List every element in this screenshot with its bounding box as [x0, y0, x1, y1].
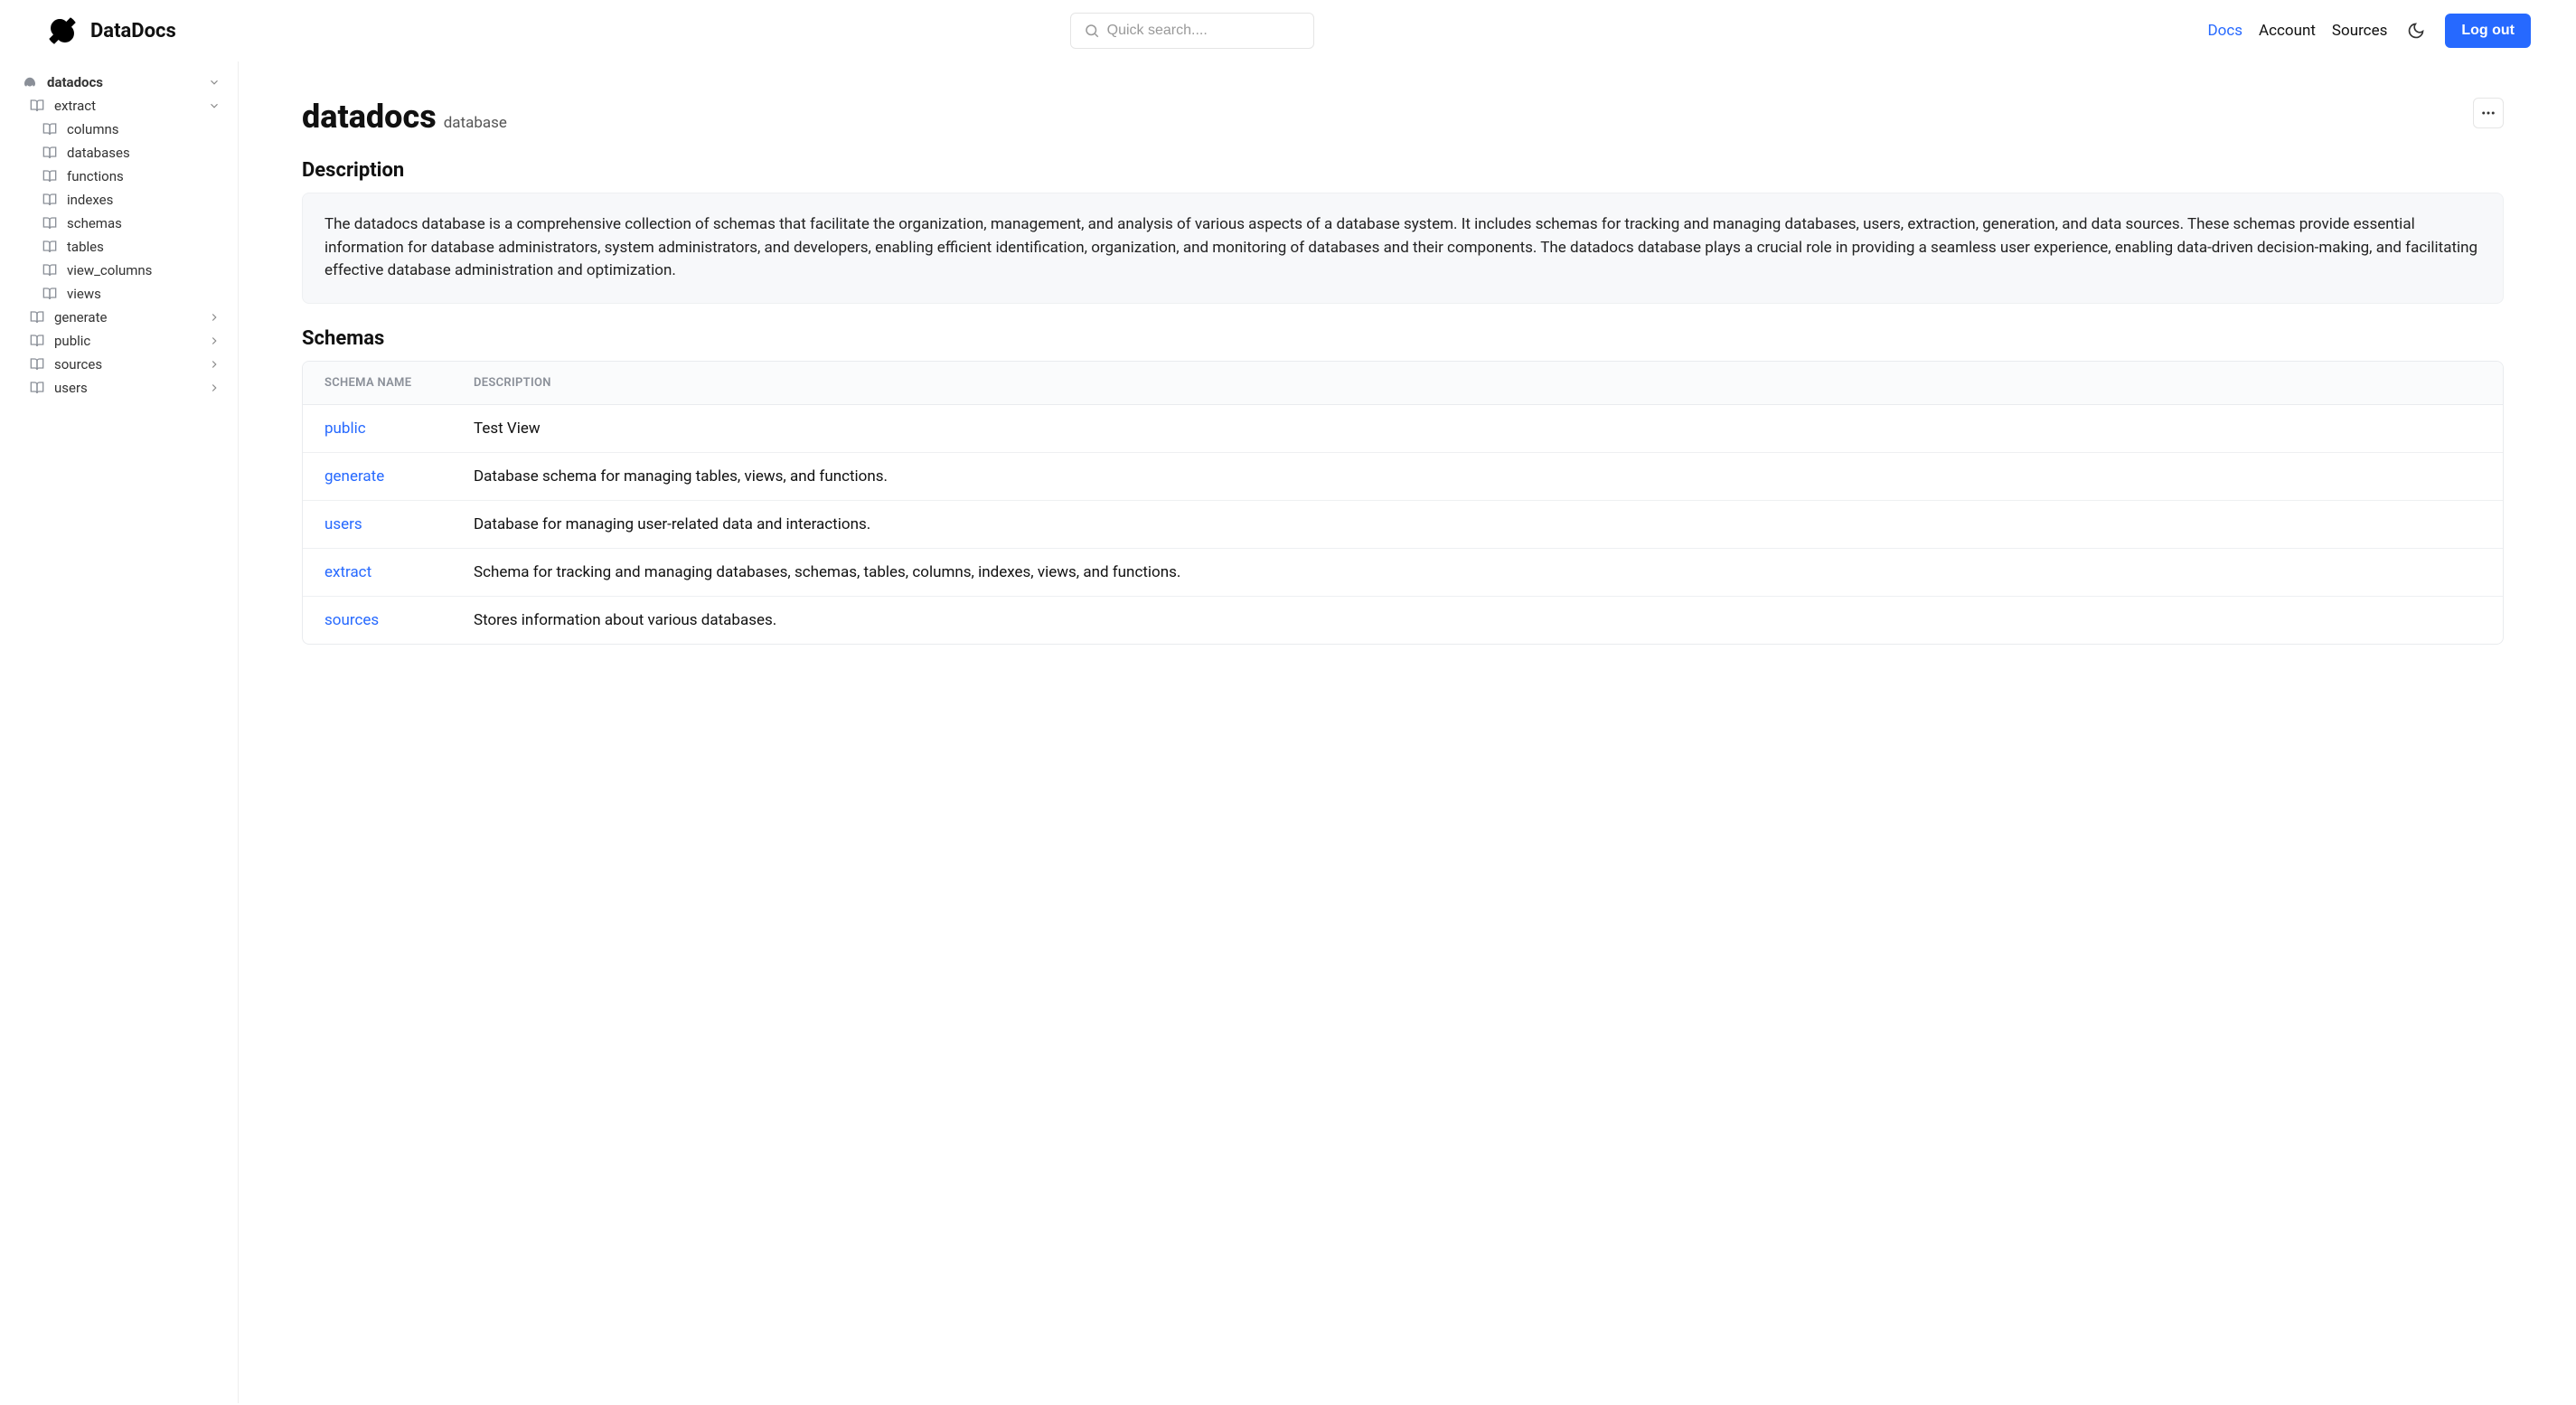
table-header: Schema Name Description	[303, 362, 2503, 405]
schema-desc-cell: Database for managing user-related data …	[452, 501, 2503, 548]
sidebar-item-indexes[interactable]: indexes	[16, 188, 227, 212]
book-icon	[42, 215, 58, 231]
chevron-right-icon[interactable]	[207, 357, 221, 372]
schema-desc-cell: Stores information about various databas…	[452, 597, 2503, 644]
table-row: generate Database schema for managing tab…	[303, 453, 2503, 501]
book-icon	[29, 309, 45, 325]
schema-desc-cell: Schema for tracking and managing databas…	[452, 549, 2503, 596]
schema-name-cell: users	[303, 501, 452, 548]
sidebar-item-columns[interactable]: columns	[16, 118, 227, 141]
sidebar-item-view_columns[interactable]: view_columns	[16, 259, 227, 282]
search-icon	[1084, 23, 1100, 39]
chevron-down-icon[interactable]	[207, 75, 221, 90]
page-subtitle: database	[444, 114, 507, 132]
book-icon	[29, 98, 45, 114]
search-box[interactable]	[1070, 13, 1314, 49]
sidebar-item-public[interactable]: public	[16, 329, 227, 353]
schema-name-cell: generate	[303, 453, 452, 500]
sidebar-item-label: extract	[54, 98, 198, 114]
schema-name-cell: extract	[303, 549, 452, 596]
book-icon	[42, 239, 58, 255]
more-menu-button[interactable]	[2473, 98, 2504, 128]
app-header: DataDocs Docs Account Sources Log out	[0, 0, 2576, 61]
sidebar-item-generate[interactable]: generate	[16, 306, 227, 329]
schema-desc-cell: Database schema for managing tables, vie…	[452, 453, 2503, 500]
nav-docs[interactable]: Docs	[2207, 22, 2242, 40]
sidebar-item-sources[interactable]: sources	[16, 353, 227, 376]
sidebar-root-datadocs[interactable]: datadocs	[16, 71, 227, 94]
sidebar-item-tables[interactable]: tables	[16, 235, 227, 259]
sidebar-item-functions[interactable]: functions	[16, 165, 227, 188]
nav-account[interactable]: Account	[2259, 22, 2316, 40]
sidebar-item-extract[interactable]: extract	[16, 94, 227, 118]
sidebar-item-databases[interactable]: databases	[16, 141, 227, 165]
logout-button[interactable]: Log out	[2445, 14, 2531, 48]
book-icon	[29, 333, 45, 349]
dots-horizontal-icon	[2480, 105, 2496, 121]
sidebar-item-label: generate	[54, 309, 198, 325]
schemas-heading: Schemas	[302, 327, 2504, 350]
schema-name-cell: public	[303, 405, 452, 452]
main-content: datadocs database Description The datado…	[239, 61, 2576, 1403]
schema-link-extract[interactable]: extract	[324, 563, 371, 581]
sidebar-root-label: datadocs	[47, 74, 198, 90]
brand-logo[interactable]: DataDocs	[45, 14, 176, 48]
book-icon	[29, 356, 45, 372]
chevron-right-icon[interactable]	[207, 334, 221, 348]
schema-link-users[interactable]: users	[324, 515, 362, 533]
page-title: datadocs	[302, 98, 437, 136]
sidebar-item-label: users	[54, 380, 198, 396]
schema-link-sources[interactable]: sources	[324, 611, 379, 629]
chevron-right-icon[interactable]	[207, 381, 221, 395]
moon-icon	[2407, 22, 2425, 40]
th-description: Description	[452, 362, 2503, 404]
sidebar-item-label: public	[54, 333, 198, 349]
th-schema-name: Schema Name	[303, 362, 452, 404]
sidebar-item-label: indexes	[67, 192, 221, 208]
sidebar-item-label: databases	[67, 145, 221, 161]
description-heading: Description	[302, 159, 2504, 182]
book-icon	[29, 380, 45, 396]
brand-name: DataDocs	[90, 20, 176, 42]
sidebar-item-schemas[interactable]: schemas	[16, 212, 227, 235]
page-title-wrap: datadocs database	[302, 98, 507, 136]
chevron-down-icon[interactable]	[207, 99, 221, 113]
sidebar-item-label: columns	[67, 121, 221, 137]
sidebar-item-label: views	[67, 286, 221, 302]
schema-desc-cell: Test View	[452, 405, 2503, 452]
schema-name-cell: sources	[303, 597, 452, 644]
book-icon	[42, 192, 58, 208]
table-row: extract Schema for tracking and managing …	[303, 549, 2503, 597]
elephant-icon	[22, 74, 38, 90]
book-icon	[42, 286, 58, 302]
sidebar: datadocs extract columns databases function…	[0, 61, 239, 1403]
book-icon	[42, 121, 58, 137]
theme-toggle[interactable]	[2403, 22, 2429, 40]
description-box: The datadocs database is a comprehensive…	[302, 193, 2504, 304]
schema-link-public[interactable]: public	[324, 420, 366, 438]
sidebar-item-label: schemas	[67, 215, 221, 231]
chevron-right-icon[interactable]	[207, 310, 221, 325]
nav-links: Docs Account Sources Log out	[2207, 14, 2531, 48]
book-icon	[42, 145, 58, 161]
search-input[interactable]	[1107, 23, 1301, 39]
book-icon	[42, 168, 58, 184]
book-icon	[42, 262, 58, 278]
sidebar-item-views[interactable]: views	[16, 282, 227, 306]
nav-sources[interactable]: Sources	[2332, 22, 2387, 40]
table-row: public Test View	[303, 405, 2503, 453]
table-row: users Database for managing user-related …	[303, 501, 2503, 549]
sidebar-item-users[interactable]: users	[16, 376, 227, 400]
search-container	[194, 13, 2190, 49]
sidebar-item-label: view_columns	[67, 262, 221, 278]
logo-icon	[45, 14, 80, 48]
schemas-table: Schema Name Description publicTest Viewg…	[302, 361, 2504, 645]
schema-link-generate[interactable]: generate	[324, 467, 384, 486]
sidebar-item-label: sources	[54, 356, 198, 372]
table-row: sources Stores information about various …	[303, 597, 2503, 644]
sidebar-item-label: functions	[67, 168, 221, 184]
sidebar-item-label: tables	[67, 239, 221, 255]
